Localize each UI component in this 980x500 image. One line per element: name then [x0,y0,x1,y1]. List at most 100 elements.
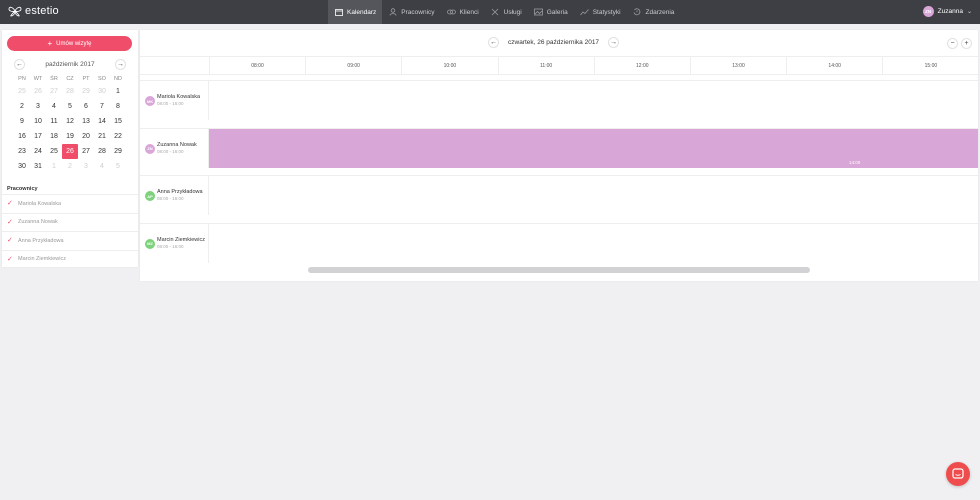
employee-filter-item[interactable]: ✓ Marcin Ziemkiewicz [2,249,138,269]
calendar-day[interactable]: 4 [94,159,110,174]
nav-pracownicy[interactable]: Pracownicy [382,0,440,24]
employee-filter-label: Marcin Ziemkiewicz [18,256,66,263]
calendar-day[interactable]: 23 [14,144,30,159]
employee-avatar: AP [145,191,155,201]
calendar-day[interactable]: 30 [94,84,110,99]
calendar-day[interactable]: 2 [62,159,78,174]
calendar-day[interactable]: 27 [78,144,94,159]
employee-name: Anna Przykładowa [157,189,203,195]
calendar-day[interactable]: 12 [62,114,78,129]
calendar-day[interactable]: 18 [46,129,62,144]
calendar-day[interactable]: 31 [30,159,46,174]
calendar-day[interactable]: 27 [46,84,62,99]
date-navigator: ← czwartek, 26 października 2017 → [488,37,620,48]
month-label: październik 2017 [45,60,95,68]
employee-filter-item[interactable]: ✓ Zuzanna Nowak [2,212,138,232]
hour-label: 12:00 [593,57,690,75]
calendar-day[interactable]: 1 [110,84,126,99]
calendar-day[interactable]: 10 [30,114,46,129]
zoom-out-button[interactable]: − [947,38,958,49]
calendar-day[interactable]: 5 [110,159,126,174]
nav-label: Statystyki [592,8,621,16]
nav-uslugi[interactable]: Usługi [485,0,528,24]
calendar-day[interactable]: 26 [30,84,46,99]
mini-calendar-header: ← październik 2017 → [14,58,126,70]
appointment-block[interactable]: 14:00 [209,128,978,168]
calendar-day[interactable]: 4 [46,99,62,114]
zoom-controls: − + [944,38,972,49]
calendar-day[interactable]: 29 [110,144,126,159]
nav-zdarzenia[interactable]: Zdarzenia [627,0,681,24]
zoom-in-button[interactable]: + [961,38,972,49]
calendar-day[interactable]: 17 [30,129,46,144]
employee-filter-item[interactable]: ✓ Anna Przykładowa [2,231,138,250]
calendar-day[interactable]: 14 [94,114,110,129]
calendar-day[interactable]: 2 [14,99,30,114]
calendar-icon [334,8,343,17]
employee-schedule-row[interactable]: MK Mariola Kowalska 08:00 - 16:00 [140,80,978,120]
employee-schedule-row[interactable]: MZ Marcin Ziemkiewicz 08:00 - 16:00 [140,222,978,263]
nav-kalendarz[interactable]: Kalendarz [328,0,383,24]
prev-day-button[interactable]: ← [488,37,499,48]
book-appointment-button[interactable]: + Umów wizytę [7,36,132,51]
calendar-day[interactable]: 7 [94,99,110,114]
arrow-left-icon: ← [16,60,23,68]
chat-support-button[interactable] [946,462,970,486]
calendar-day[interactable]: 6 [78,99,94,114]
calendar-day[interactable]: 11 [46,114,62,129]
calendar-day[interactable]: 30 [14,159,30,174]
user-name: Zuzanna [937,8,963,15]
calendar-day[interactable]: 3 [78,159,94,174]
employee-schedule-row[interactable]: ZN Zuzanna Nowak 08:00 - 16:00 14:00 [140,127,978,168]
calendar-day[interactable]: 5 [62,99,78,114]
employee-filter-list: ✓ Mariola Kowalska ✓ Zuzanna Nowak ✓ Anna Prz… [2,194,138,268]
user-icon [388,8,397,17]
nav-label: Zdarzenia [645,8,675,16]
calendar-day-selected[interactable]: 26 [62,144,78,159]
employee-schedule-row[interactable]: AP Anna Przykładowa 08:00 - 16:00 [140,175,978,215]
calendar-day[interactable]: 8 [110,99,126,114]
calendar-day[interactable]: 29 [78,84,94,99]
next-month-button[interactable]: → [115,58,126,70]
weekday-header: PN [18,76,26,82]
nav-label: Pracownicy [401,8,435,16]
calendar-day[interactable]: 25 [14,84,30,99]
horizontal-scrollbar[interactable] [308,267,810,273]
calendar-day[interactable]: 20 [78,129,94,144]
checkmark-icon: ✓ [7,218,13,226]
calendar-day[interactable]: 9 [14,114,30,129]
employee-working-hours: 08:00 - 16:00 [157,243,184,249]
calendar-day[interactable]: 13 [78,114,94,129]
calendar-day[interactable]: 19 [62,129,78,144]
calendar-day[interactable]: 21 [94,129,110,144]
nav-klienci[interactable]: Klienci [441,0,485,24]
user-menu[interactable]: ZN Zuzanna ⌄ [922,6,972,17]
checkmark-icon: ✓ [7,237,13,245]
next-day-button[interactable]: → [608,37,620,48]
minus-icon: − [950,40,955,47]
employee-filter-label: Mariola Kowalska [18,200,62,207]
calendar-day[interactable]: 16 [14,129,30,144]
calendar-day[interactable]: 28 [62,84,78,99]
checkmark-icon: ✓ [7,255,13,263]
calendar-day[interactable]: 15 [110,114,126,129]
calendar-day[interactable]: 24 [30,144,46,159]
employee-filter-label: Zuzanna Nowak [18,219,58,226]
brand-logo[interactable]: estetio [8,5,59,17]
calendar-day[interactable]: 28 [94,144,110,159]
hour-label: 11:00 [497,57,594,75]
calendar-day[interactable]: 1 [46,159,62,174]
calendar-day[interactable]: 25 [46,144,62,159]
arrow-right-icon: → [610,39,618,46]
calendar-day[interactable]: 22 [110,129,126,144]
nav-galeria[interactable]: Galeria [528,0,574,24]
employee-filter-item[interactable]: ✓ Mariola Kowalska [2,194,138,213]
employee-working-hours: 08:00 - 16:00 [157,196,184,201]
calendar-day[interactable]: 3 [30,99,46,114]
scissors-icon [491,8,500,17]
nav-label: Klienci [459,8,479,16]
prev-month-button[interactable]: ← [14,58,25,70]
nav-statystyki[interactable]: Statystyki [574,0,627,24]
employee-info: ZN Zuzanna Nowak 08:00 - 16:00 [140,128,209,168]
sidebar: + Umów wizytę ← październik 2017 → PN WT Ś… [2,30,138,267]
